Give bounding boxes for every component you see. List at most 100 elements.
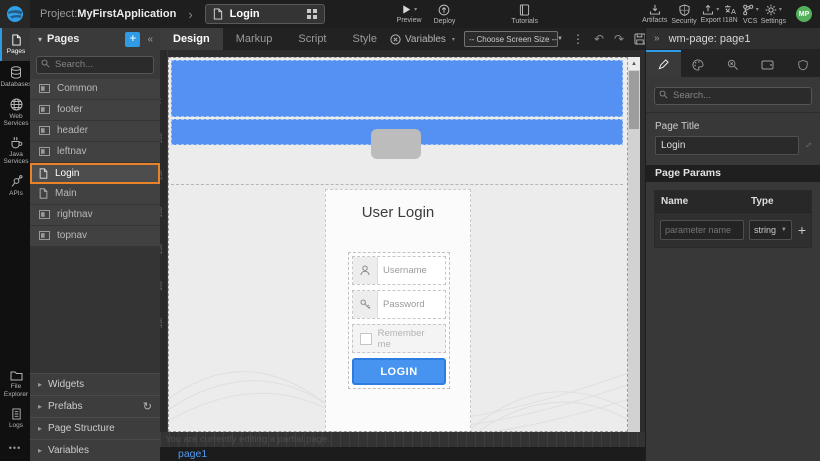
section-prefabs[interactable]: ▸ Prefabs ↻: [30, 395, 160, 417]
tab-devices[interactable]: [750, 50, 785, 77]
more-options-icon[interactable]: •••: [0, 435, 30, 461]
rail-item-logs[interactable]: Logs: [0, 402, 30, 435]
preview-button[interactable]: ▾ Preview: [397, 4, 422, 24]
security-button[interactable]: Security: [671, 4, 696, 25]
search-icon: [659, 90, 668, 99]
rail-item-pages[interactable]: Pages: [0, 28, 30, 61]
play-icon: [401, 4, 412, 15]
username-input[interactable]: [378, 257, 445, 284]
chevron-down-icon[interactable]: ▾: [779, 7, 782, 13]
password-row[interactable]: [352, 290, 446, 319]
password-input[interactable]: [378, 291, 445, 318]
project-breadcrumb: Project:MyFirstApplication: [40, 8, 176, 20]
redo-icon[interactable]: ↷: [614, 33, 624, 45]
open-page-tab[interactable]: Login: [205, 4, 325, 24]
rail-item-file-explorer[interactable]: File Explorer: [0, 366, 30, 402]
page-item-rightnav[interactable]: rightnav: [30, 205, 160, 226]
status-page-link[interactable]: page1: [178, 448, 207, 460]
header-widget-placeholder[interactable]: [171, 60, 623, 117]
rail-item-apis[interactable]: APIs: [0, 170, 30, 203]
page-item-header[interactable]: header: [30, 121, 160, 142]
deploy-button[interactable]: Deploy: [434, 4, 456, 25]
coffee-cup-icon: [10, 136, 23, 149]
more-menu-icon[interactable]: ⋮: [572, 33, 584, 45]
page-item-main[interactable]: Main: [30, 184, 160, 205]
tab-events[interactable]: [716, 50, 751, 77]
pages-panel-title: Pages: [47, 33, 120, 45]
export-upload-icon: [702, 4, 714, 15]
link-icon[interactable]: [806, 139, 811, 151]
section-widgets[interactable]: ▸ Widgets: [30, 373, 160, 395]
add-page-button[interactable]: +: [125, 32, 140, 47]
page-item-common[interactable]: Common: [30, 79, 160, 100]
section-variables[interactable]: ▸ Variables: [30, 439, 160, 461]
properties-panel: » wm-page: page1: [645, 28, 820, 461]
refresh-icon[interactable]: ↻: [143, 400, 152, 413]
tab-styles[interactable]: [681, 50, 716, 77]
page-item-login-selected[interactable]: Login: [30, 163, 160, 184]
tab-properties[interactable]: [646, 50, 681, 77]
login-form[interactable]: Remember me LOGIN: [348, 252, 450, 389]
remember-me-checkbox[interactable]: [360, 333, 372, 345]
artifacts-button[interactable]: Artifacts: [642, 4, 667, 24]
partial-icon: [39, 126, 50, 135]
remember-me-row[interactable]: Remember me: [352, 324, 446, 353]
settings-button[interactable]: ▾ Settings: [761, 4, 786, 25]
rail-item-databases[interactable]: Databases: [0, 61, 30, 94]
screen-size-select[interactable]: -- Choose Screen Size -- ▼: [464, 31, 558, 47]
rail-item-java-services[interactable]: Java Services: [0, 132, 30, 170]
username-row[interactable]: [352, 256, 446, 285]
login-button[interactable]: LOGIN: [352, 358, 446, 385]
properties-panel-header: » wm-page: page1: [646, 28, 820, 50]
vcs-button[interactable]: ▾ VCS: [742, 4, 759, 25]
wavemaker-logo[interactable]: [0, 0, 30, 28]
tab-style[interactable]: Style: [340, 28, 390, 50]
pages-search-input[interactable]: [36, 56, 154, 74]
page-params-table-header: Name Type: [655, 191, 811, 213]
collapse-left-panel-icon[interactable]: «: [145, 34, 155, 45]
palette-icon: [692, 59, 704, 71]
tutorials-button[interactable]: Tutorials: [511, 4, 538, 25]
partial-icon: [39, 84, 50, 93]
chevron-down-icon[interactable]: ▾: [716, 7, 719, 13]
canvas-scrollbar[interactable]: ▲ ▼: [628, 57, 640, 447]
param-name-input[interactable]: [660, 220, 744, 240]
i18n-button[interactable]: A I18N: [723, 4, 738, 24]
rail-item-web-services[interactable]: Web Services: [0, 94, 30, 132]
wavemaker-studio: Project:MyFirstApplication › Login ▾ Pre…: [0, 0, 820, 461]
add-param-button[interactable]: +: [798, 223, 806, 237]
page-item-leftnav[interactable]: leftnav: [30, 142, 160, 163]
page-item-footer[interactable]: footer: [30, 100, 160, 121]
avatar-initials: MP: [799, 11, 810, 18]
horizontal-ruler: You are currently editing a partial page…: [160, 432, 645, 447]
chevron-down-icon[interactable]: ▾: [414, 7, 417, 13]
scroll-up-icon[interactable]: ▲: [628, 57, 640, 70]
scrollbar-thumb[interactable]: [629, 71, 639, 129]
page-design-surface[interactable]: User Login: [168, 57, 628, 432]
param-type-select[interactable]: string ▼: [749, 220, 792, 240]
user-avatar[interactable]: MP: [796, 6, 812, 22]
grid-icon[interactable]: [307, 9, 317, 19]
page-item-topnav[interactable]: topnav: [30, 226, 160, 247]
variables-dropdown[interactable]: Variables ▾: [390, 34, 455, 45]
tab-security[interactable]: [785, 50, 820, 77]
tab-markup[interactable]: Markup: [223, 28, 286, 50]
export-button[interactable]: ▾ Export: [701, 4, 721, 24]
tab-script[interactable]: Script: [285, 28, 339, 50]
remember-me-label: Remember me: [378, 328, 438, 350]
book-icon: [519, 4, 530, 16]
login-card[interactable]: User Login: [325, 189, 471, 432]
page-title-input[interactable]: [655, 136, 799, 155]
page-params-header: Page Params: [646, 165, 820, 182]
collapse-right-panel-icon[interactable]: »: [654, 33, 660, 44]
chevron-down-icon[interactable]: ▾: [38, 35, 42, 44]
undo-icon[interactable]: ↶: [594, 33, 604, 45]
page-icon: [39, 188, 48, 199]
properties-search-input[interactable]: [654, 87, 812, 105]
pages-search: [30, 50, 160, 79]
section-page-structure[interactable]: ▸ Page Structure: [30, 417, 160, 439]
logo-placeholder[interactable]: [371, 129, 421, 159]
top-bar: Project:MyFirstApplication › Login ▾ Pre…: [0, 0, 820, 28]
chevron-down-icon[interactable]: ▾: [756, 7, 759, 13]
tab-design[interactable]: Design: [160, 28, 223, 50]
